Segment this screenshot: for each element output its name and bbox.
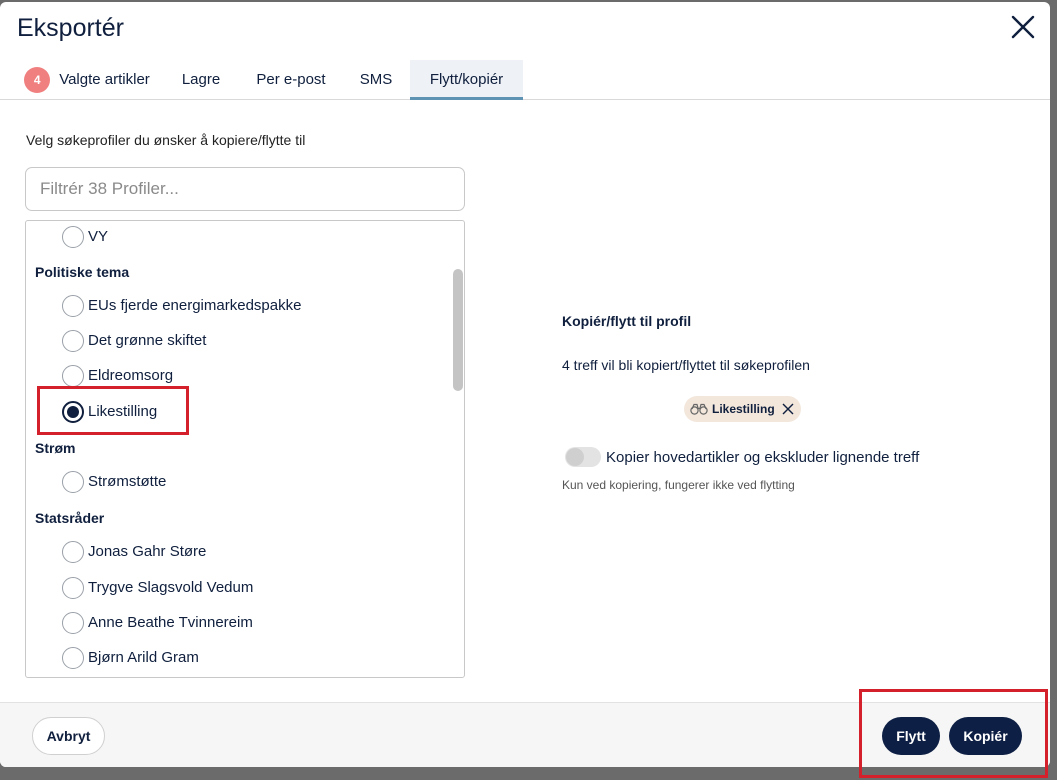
dialog-footer: Avbryt Flytt Kopiér [0,702,1050,767]
list-item[interactable]: Strømstøtte [26,467,446,497]
selected-count-badge: 4 [24,67,51,94]
radio-button[interactable] [62,541,84,563]
radio-button[interactable] [62,330,84,352]
radio-button[interactable] [62,612,84,634]
tab-save[interactable]: Lagre [170,60,232,100]
close-icon[interactable] [1010,14,1036,40]
cancel-button[interactable]: Avbryt [32,717,105,755]
list-item[interactable]: Bjørn Arild Gram [26,643,446,673]
close-icon[interactable] [781,402,795,416]
dialog-title: Eksportér [17,14,124,42]
radio-button-checked[interactable] [62,401,84,423]
list-item[interactable]: Likestilling [26,397,446,427]
radio-button[interactable] [62,295,84,317]
instruction-text: Velg søkeprofiler du ønsker å kopiere/fl… [26,132,306,148]
tab-bar: 4 Valgte artikler Lagre Per e-post SMS Fl… [0,60,1050,100]
list-item[interactable]: VY [26,222,446,252]
profile-filter-input[interactable] [25,167,465,211]
list-scrollbar[interactable] [453,269,463,391]
list-group-heading: Strøm [35,440,76,456]
list-item-label: Anne Beathe Tvinnereim [88,614,253,631]
tab-label: Valgte artikler [59,71,150,88]
list-item-label: Eldreomsorg [88,367,174,384]
list-item[interactable]: Jonas Gahr Støre [26,537,446,567]
list-item-label: Likestilling [88,403,158,420]
list-item[interactable]: Trygve Slagsvold Vedum [26,573,446,603]
copy-button[interactable]: Kopiér [949,717,1022,755]
list-item-label: Jonas Gahr Støre [88,543,207,560]
radio-button[interactable] [62,471,84,493]
list-item-label: Bjørn Arild Gram [88,649,199,666]
export-dialog: Eksportér 4 Valgte artikler Lagre Per e-p… [0,2,1050,767]
radio-button[interactable] [62,365,84,387]
tab-label: Per e-post [256,71,326,88]
tab-selected-articles[interactable]: 4 Valgte artikler [14,60,160,100]
selected-profile-chip: Likestilling [684,396,801,422]
toggle-label: Kopier hovedartikler og ekskluder lignen… [606,449,920,466]
list-item-label: Strømstøtte [88,473,167,490]
list-item[interactable]: Det grønne skiftet [26,326,446,356]
profile-list: VY Politiske tema EUs fjerde energimarke… [25,220,465,678]
tab-label: Lagre [181,71,221,88]
tab-move-copy[interactable]: Flytt/kopiér [410,60,523,100]
list-item-label: Trygve Slagsvold Vedum [88,579,254,596]
binoculars-icon [690,403,708,415]
tab-sms[interactable]: SMS [348,60,404,100]
move-button[interactable]: Flytt [882,717,940,755]
list-group-heading: Statsråder [35,510,105,526]
tab-label: Flytt/kopiér [429,71,504,88]
radio-button[interactable] [62,577,84,599]
list-group-heading: Politiske tema [35,264,130,280]
radio-button[interactable] [62,647,84,669]
tab-email[interactable]: Per e-post [244,60,338,100]
list-item-label: VY [88,228,109,245]
toggle-hint: Kun ved kopiering, fungerer ikke ved fly… [562,478,795,492]
list-item[interactable]: EUs fjerde energimarkedspakke [26,291,446,321]
target-profile-description: 4 treff vil bli kopiert/flyttet til søke… [562,357,810,373]
copy-main-articles-toggle[interactable] [565,447,601,467]
target-profile-heading: Kopiér/flytt til profil [562,313,692,329]
list-item-label: EUs fjerde energimarkedspakke [88,297,302,314]
list-item[interactable]: Anne Beathe Tvinnereim [26,608,446,638]
list-item[interactable]: Eldreomsorg [26,361,446,391]
list-item-label: Det grønne skiftet [88,332,207,349]
chip-label: Likestilling [712,402,775,416]
radio-button[interactable] [62,226,84,248]
dialog-header: Eksportér [0,2,1050,54]
tab-label: SMS [359,71,393,88]
